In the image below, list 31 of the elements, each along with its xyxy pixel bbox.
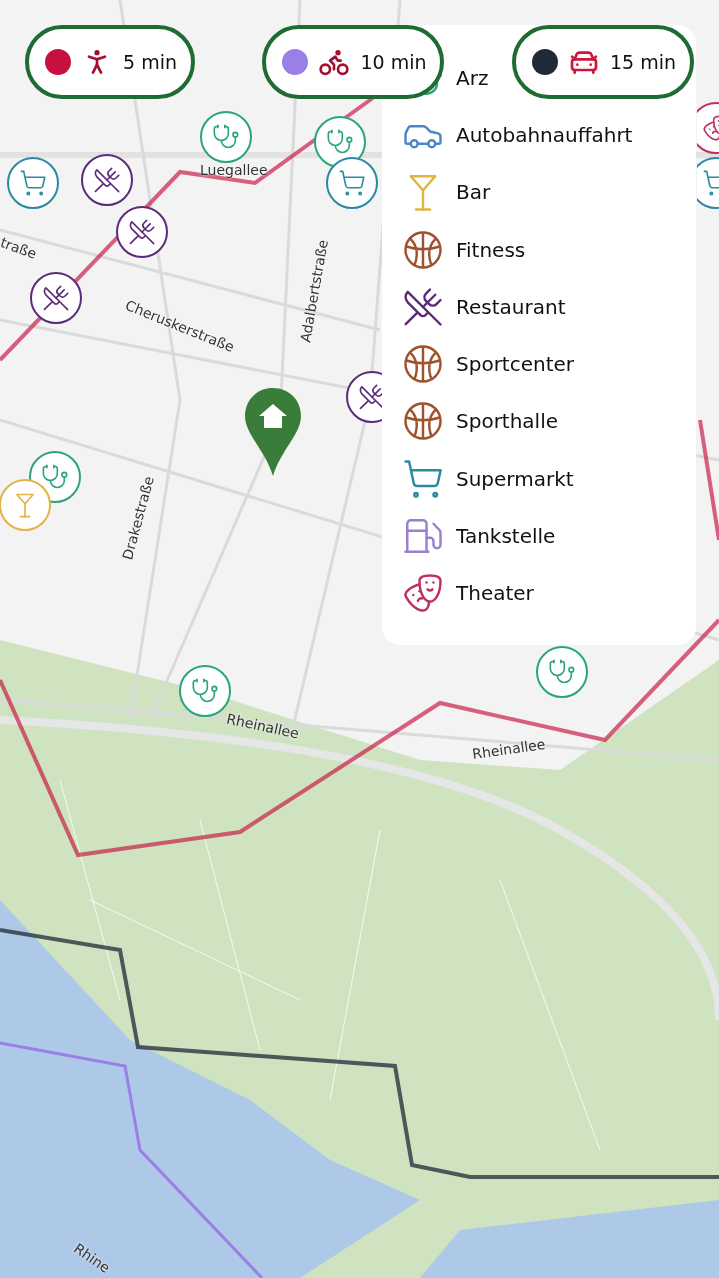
travel-time-chip[interactable]: 10 min	[262, 25, 445, 99]
street-label: Luegallee	[200, 162, 268, 178]
legend-label: Theater	[456, 581, 534, 606]
legend-label: Autobahnauffahrt	[456, 122, 633, 147]
fork-and-knife-icon	[402, 285, 444, 328]
legend-label: Arz	[456, 65, 489, 90]
street-label: Rheinallee	[471, 735, 547, 763]
legend-label: Supermarkt	[456, 466, 574, 491]
legend-label: Sporthalle	[456, 409, 559, 434]
shopping-cart-icon	[19, 169, 47, 197]
legend-label: Tankstelle	[456, 524, 556, 548]
ball-icon	[402, 228, 444, 271]
shopping-cart-icon	[338, 169, 366, 197]
legend-label: Sportcenter	[456, 352, 575, 377]
home-pin[interactable]	[245, 388, 301, 476]
street-label: traße	[0, 234, 39, 262]
map-marker[interactable]	[697, 157, 719, 209]
ball-icon	[402, 343, 444, 386]
fork-and-knife-icon	[93, 166, 121, 194]
map-marker[interactable]	[697, 102, 719, 154]
travel-time-chip[interactable]: 5 min	[25, 25, 195, 99]
legend-label: Fitness	[456, 237, 526, 262]
shopping-cart-icon	[402, 457, 444, 500]
fork-and-knife-icon	[128, 218, 156, 246]
fork-and-knife-icon	[358, 383, 382, 411]
legend-label: Bar	[456, 180, 491, 205]
fork-and-knife-icon	[42, 284, 70, 312]
ball-icon	[402, 400, 444, 443]
legend-label: Restaurant	[456, 294, 566, 319]
travel-time-chip[interactable]: 15 min	[511, 25, 694, 99]
theater-masks-icon	[402, 572, 444, 615]
